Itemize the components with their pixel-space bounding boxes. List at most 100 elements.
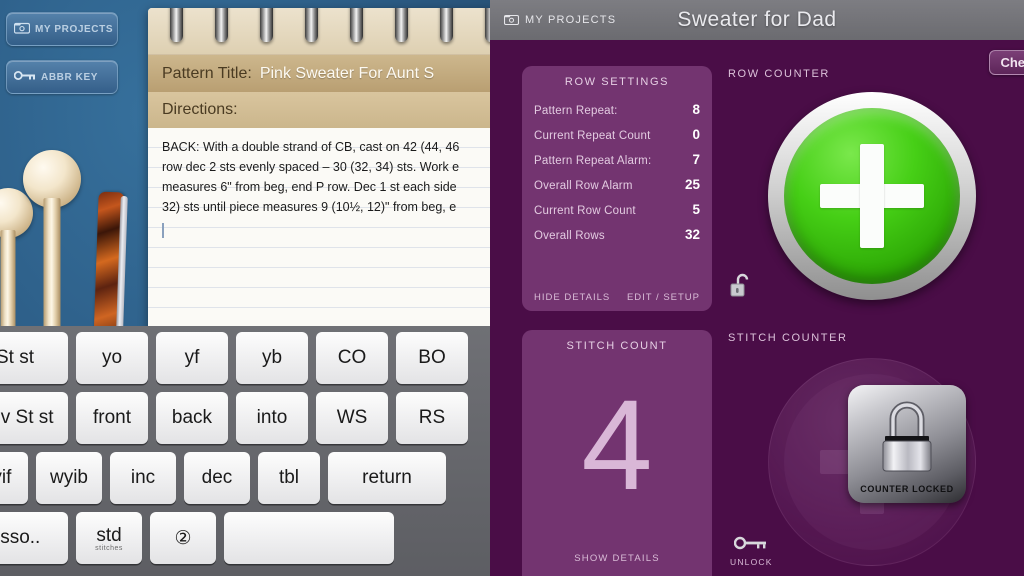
unlock-label: UNLOCK (730, 557, 773, 567)
row-counter-increment-button[interactable] (768, 92, 976, 300)
keyboard-key-label: std (96, 524, 122, 546)
keyboard-key[interactable]: Rev St st (0, 392, 68, 444)
directions-label-text: Directions: (162, 101, 238, 118)
keyboard-key[interactable]: return (328, 452, 446, 504)
key-icon (734, 536, 768, 554)
keyboard-key[interactable]: St st (0, 332, 68, 384)
keyboard-key-label: into (256, 407, 288, 428)
hide-details-link[interactable]: HIDE DETAILS (534, 292, 610, 303)
keyboard-key[interactable]: ④psso.. (0, 512, 68, 564)
keyboard-key-label: front (92, 407, 132, 428)
keyboard-key-label: yo (101, 347, 123, 368)
keyboard-key-subtext: stitches (95, 544, 123, 552)
row-counter-unlocked-indicator[interactable] (730, 272, 754, 303)
directions-line: measures 6" from beg, end P row. Dec 1 s… (162, 180, 457, 194)
directions-label: Directions: (148, 92, 490, 128)
row-settings-item: Current Repeat Count 0 (534, 127, 700, 142)
keyboard-key-label: tbl (278, 467, 300, 488)
keyboard-key[interactable]: CO (316, 332, 388, 384)
keyboard-key-label: dec (201, 467, 233, 488)
directions-line: 32) sts until piece measures 9 (10½, 12)… (162, 200, 457, 214)
check-button[interactable]: Che (989, 50, 1024, 75)
keyboard-key[interactable]: tbl (258, 452, 320, 504)
keyboard-key-label: wyib (49, 467, 88, 488)
row-settings-item-value: 32 (684, 227, 700, 242)
keyboard-key-label: yb (261, 347, 283, 368)
keyboard-row: Rev St st front back into WS RS (0, 392, 490, 444)
app-screenshot: MY PROJECTS ABBR KEY Pattern Title: Pink… (0, 0, 1024, 576)
keyboard-key[interactable]: wyib (36, 452, 102, 504)
knitting-abbreviation-keyboard[interactable]: St st yo yf yb CO BO Rev St st front back into WS… (0, 326, 490, 576)
stitch-count-value: 4 (581, 374, 653, 517)
sidebar-my-projects-button[interactable]: MY PROJECTS (6, 12, 118, 46)
row-settings-item-value: 5 (692, 202, 700, 217)
row-settings-item: Overall Rows 32 (534, 227, 700, 242)
keyboard-key[interactable]: yo (76, 332, 148, 384)
keyboard-key-label: St st (0, 347, 34, 368)
stitch-count-title: STITCH COUNT (566, 340, 668, 352)
keyboard-key[interactable]: front (76, 392, 148, 444)
keyboard-key-label: WS (336, 407, 368, 428)
stitch-count-show-details-link[interactable]: SHOW DETAILS (522, 553, 712, 564)
keyboard-key-label: BO (418, 347, 446, 368)
keyboard-key[interactable]: BO (396, 332, 468, 384)
row-settings-card: ROW SETTINGS Pattern Repeat: 8 Current Rep… (522, 66, 712, 311)
pattern-title-label: Pattern Title: (162, 64, 252, 82)
keyboard-key[interactable]: wyif (0, 452, 28, 504)
keyboard-key[interactable] (224, 512, 394, 564)
row-settings-item: Current Row Count 5 (534, 202, 700, 217)
keyboard-key[interactable]: yb (236, 332, 308, 384)
keyboard-key[interactable]: WS (316, 392, 388, 444)
keyboard-key[interactable]: dec (184, 452, 250, 504)
edit-setup-link[interactable]: EDIT / SETUP (627, 292, 700, 303)
directions-line: row dec 2 sts evenly spaced – 30 (32, 34… (162, 160, 460, 174)
sidebar-abbr-key-label: ABBR KEY (41, 71, 99, 83)
row-settings-links: HIDE DETAILS EDIT / SETUP (534, 292, 700, 303)
keyboard-key-label: Rev St st (0, 407, 54, 428)
key-icon (13, 70, 36, 84)
text-caret (162, 223, 164, 238)
keyboard-key-label: psso.. (0, 527, 41, 548)
keyboard-key[interactable]: ② (150, 512, 216, 564)
keyboard-row: ④psso..stdstitches② (0, 512, 490, 564)
keyboard-key-label: RS (418, 407, 446, 428)
counter-locked-badge[interactable]: COUNTER LOCKED (848, 385, 966, 503)
keyboard-key[interactable]: std stitches (76, 512, 142, 564)
keyboard-key-label: inc (130, 467, 156, 488)
keyboard-key[interactable]: back (156, 392, 228, 444)
keyboard-key-label: yf (184, 347, 200, 368)
pattern-editor-pane: MY PROJECTS ABBR KEY Pattern Title: Pink… (0, 0, 490, 576)
pattern-title-row[interactable]: Pattern Title: Pink Sweater For Aunt S (148, 54, 490, 92)
keyboard-key[interactable]: into (236, 392, 308, 444)
stitch-counter-label: STITCH COUNTER (728, 332, 848, 344)
pattern-title-value: Pink Sweater For Aunt S (259, 64, 435, 82)
notebook-top-strip (148, 8, 490, 54)
unlocked-padlock-icon (730, 273, 754, 302)
keyboard-key-label: return (362, 467, 412, 488)
plus-icon (784, 108, 960, 284)
keyboard-key-label: wyif (0, 467, 12, 488)
keyboard-key[interactable]: yf (156, 332, 228, 384)
row-settings-item-label: Overall Rows (534, 230, 605, 242)
keyboard-key[interactable]: RS (396, 392, 468, 444)
row-settings-item-value: 7 (692, 152, 700, 167)
row-settings-item-value: 8 (692, 102, 700, 117)
row-settings-item-value: 25 (684, 177, 700, 192)
row-settings-item-label: Pattern Repeat Alarm: (534, 155, 652, 167)
sidebar-abbr-key-button[interactable]: ABBR KEY (6, 60, 118, 94)
locked-padlock-icon (871, 395, 943, 484)
row-settings-item-value: 0 (692, 127, 700, 142)
row-settings-item-label: Pattern Repeat: (534, 105, 618, 117)
keyboard-key-label: CO (337, 347, 367, 368)
row-settings-item-label: Current Repeat Count (534, 130, 651, 142)
directions-line: BACK: With a double strand of CB, cast o… (162, 140, 460, 154)
app-header: MY PROJECTS Sweater for Dad (490, 0, 1024, 40)
keyboard-row: St st yo yf yb CO BO (0, 332, 490, 384)
stitch-counter-unlock-button[interactable]: UNLOCK (730, 536, 773, 567)
projects-icon (13, 21, 31, 37)
keyboard-key-label: ② (174, 527, 192, 549)
row-settings-item: Overall Row Alarm 25 (534, 177, 700, 192)
project-title: Sweater for Dad (677, 8, 837, 31)
keyboard-key[interactable]: inc (110, 452, 176, 504)
counter-locked-text: COUNTER LOCKED (860, 484, 954, 494)
